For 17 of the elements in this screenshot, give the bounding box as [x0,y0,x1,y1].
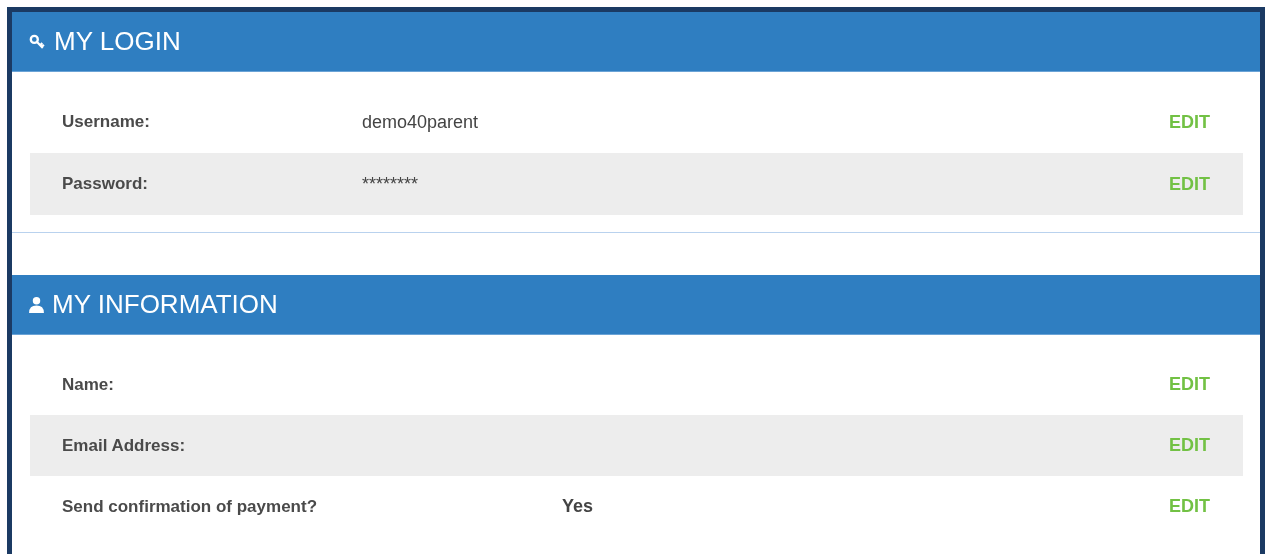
edit-link[interactable]: EDIT [1169,435,1210,456]
field-value: Yes [562,496,594,516]
section-title: MY INFORMATION [52,289,278,320]
edit-link[interactable]: EDIT [1169,374,1210,395]
edit-link[interactable]: EDIT [1169,111,1210,133]
field-label: Username: [62,112,151,132]
section-title: MY LOGIN [54,26,181,57]
edit-link[interactable]: EDIT [1169,496,1210,517]
field-value: demo40parent [362,111,479,132]
key-icon [29,34,46,49]
edit-link[interactable]: EDIT [1169,173,1210,195]
field-label: Send confirmation of payment? [62,496,319,517]
field-value: ******** [362,173,419,194]
field-label: Email Address: [62,435,187,456]
field-label: Name: [62,374,115,395]
field-label: Password: [62,174,149,194]
person-icon [29,296,44,313]
